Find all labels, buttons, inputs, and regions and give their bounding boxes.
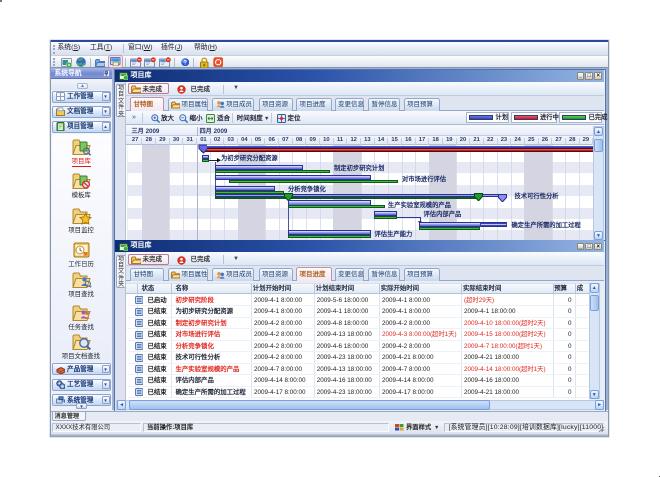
svg-text:?: ? bbox=[183, 60, 187, 66]
